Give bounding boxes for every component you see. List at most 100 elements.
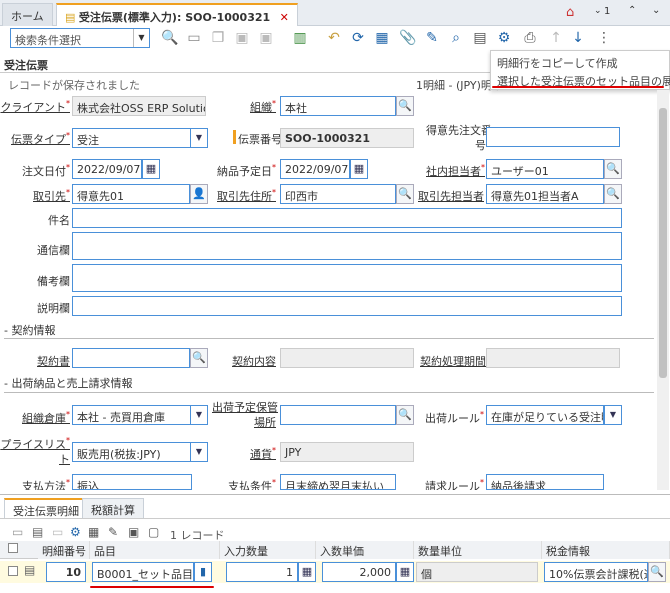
col-header-tax[interactable]: 税金情報 — [542, 541, 670, 559]
report-icon[interactable]: ▤ — [470, 28, 490, 48]
invrule-field[interactable]: 納品後請求 — [486, 474, 604, 490]
orderdate-field[interactable]: 2022/09/07 — [72, 159, 142, 179]
delete-icon[interactable]: ▭ — [52, 525, 63, 539]
close-icon[interactable]: ✕ — [280, 11, 289, 24]
subject-field[interactable] — [72, 208, 622, 228]
calculator-icon[interactable]: ▦ — [298, 562, 316, 582]
search-combo[interactable]: 検索条件選択 ▼ — [10, 28, 150, 48]
contract-content-label[interactable]: 契約内容 — [212, 353, 276, 369]
select-all-checkbox[interactable] — [8, 543, 18, 553]
new-record-icon[interactable]: ▭ — [184, 28, 204, 48]
org-field[interactable]: 本社 — [280, 96, 396, 116]
tab-home[interactable]: ホーム — [2, 3, 53, 26]
chevron-down-icon[interactable]: ▼ — [133, 29, 149, 47]
contract-field[interactable] — [72, 348, 190, 368]
custpo-field[interactable] — [486, 127, 620, 147]
arrow-up-icon[interactable]: ↑ — [546, 28, 566, 48]
grid-toggle-icon[interactable]: ▦ — [372, 28, 392, 48]
bp-label[interactable]: 取引先* — [0, 188, 70, 204]
desc-field[interactable] — [72, 296, 622, 316]
note-field[interactable] — [72, 264, 622, 292]
doctype-label[interactable]: 伝票タイプ* — [0, 131, 70, 147]
chevron-down-icon[interactable]: ⌄ — [652, 5, 660, 16]
user-icon[interactable]: 👤 — [190, 184, 208, 204]
refresh-icon[interactable]: ⟳ — [348, 28, 368, 48]
search-icon[interactable]: 🔍 — [396, 405, 414, 425]
currency-label[interactable]: 通貨* — [212, 446, 276, 462]
search-icon[interactable]: 🔍 — [160, 28, 180, 48]
edit-icon[interactable]: ▤ — [32, 525, 43, 539]
bpcontact-field[interactable]: 得意先01担当者A — [486, 184, 604, 204]
chevron-down-icon[interactable]: ⌄ — [594, 6, 602, 16]
grid-icon[interactable]: ▦ — [88, 525, 99, 539]
print-icon[interactable]: ⎙ — [520, 28, 540, 48]
bp-field[interactable]: 得意先01 — [72, 184, 190, 204]
shiploc-label[interactable]: 出荷予定保管 — [212, 399, 278, 415]
contract-label[interactable]: 契約書 — [0, 353, 70, 369]
bploc-label[interactable]: 取引先住所* — [212, 188, 276, 204]
chevron-up-icon[interactable]: ⌃ — [628, 5, 636, 16]
payterm-field[interactable]: 月末締め翌月末払い — [280, 474, 396, 490]
price-field[interactable]: 2,000 — [322, 562, 396, 582]
calendar-icon[interactable]: ▦ — [350, 159, 368, 179]
calculator-icon[interactable]: ▦ — [396, 562, 414, 582]
doctype-field[interactable]: 受注 — [72, 128, 192, 148]
save-new-icon[interactable]: ▣ — [256, 28, 276, 48]
form-icon[interactable]: ▣ — [128, 525, 139, 539]
product-lookup-icon[interactable]: ▮ — [194, 562, 212, 582]
contract-period-label[interactable]: 契約処理期間 — [420, 353, 486, 369]
comm-field[interactable] — [72, 232, 622, 260]
gear-icon[interactable]: ⚙ — [494, 28, 514, 48]
shiploc-label-2[interactable]: 場所 — [212, 414, 276, 430]
shiprule-field[interactable]: 在庫が足りている受注明 — [486, 405, 604, 425]
product-field[interactable]: B0001_セット品目000 — [92, 562, 194, 582]
search-icon[interactable]: 🔍 — [604, 159, 622, 179]
rep-field[interactable]: ユーザー01 — [486, 159, 604, 179]
chat-icon[interactable]: ✎ — [422, 28, 442, 48]
attachment-icon[interactable]: 📎 — [398, 28, 418, 48]
bploc-field[interactable]: 印西市 — [280, 184, 396, 204]
chevron-down-icon[interactable]: ▼ — [190, 405, 208, 425]
window-icon[interactable]: ▢ — [148, 525, 159, 539]
chevron-down-icon[interactable]: ▼ — [190, 128, 208, 148]
deliv-field[interactable]: 2022/09/07 — [280, 159, 350, 179]
section-contract[interactable]: - 契約情報 — [4, 322, 55, 338]
pencil-icon[interactable]: ✎ — [108, 525, 118, 539]
home-icon[interactable]: ⌂ — [566, 5, 574, 20]
chevron-down-icon[interactable]: ▼ — [604, 405, 622, 425]
wh-field[interactable]: 本社 - 売買用倉庫 — [72, 405, 192, 425]
search-icon[interactable]: 🔍 — [604, 184, 622, 204]
paymethod-field[interactable]: 振込 — [72, 474, 192, 490]
qty-field[interactable]: 1 — [226, 562, 298, 582]
row-checkbox[interactable] — [8, 566, 18, 576]
zoom-across-icon[interactable]: ⌕ — [446, 28, 466, 48]
pricelist-field[interactable]: 販売用(税抜:JPY) — [72, 442, 192, 462]
detail-icon[interactable]: ▥ — [290, 28, 310, 48]
search-icon[interactable]: 🔍 — [396, 184, 414, 204]
search-icon[interactable]: 🔍 — [648, 562, 666, 582]
search-icon[interactable]: 🔍 — [396, 96, 414, 116]
org-label[interactable]: 組織* — [220, 99, 276, 115]
tax-field[interactable]: 10%伝票会計課税(通常 — [544, 562, 648, 582]
line-no-field[interactable]: 10 — [46, 562, 86, 582]
col-header-qty[interactable]: 入力数量 — [220, 541, 316, 559]
edit-row-icon[interactable]: ▤ — [24, 563, 35, 577]
gear-icon[interactable]: ⚙ — [70, 525, 81, 539]
bpcontact-label[interactable]: 取引先担当者 — [418, 188, 484, 204]
save-icon[interactable]: ▣ — [232, 28, 252, 48]
rep-label[interactable]: 社内担当者* — [426, 163, 485, 179]
calendar-icon[interactable]: ▦ — [142, 159, 160, 179]
menu-item-copy-lines[interactable]: 明細行をコピーして作成 — [497, 55, 618, 71]
tab-sales-order[interactable]: ▤ 受注伝票(標準入力): SOO-1000321 ✕ — [56, 3, 298, 27]
more-vert-icon[interactable]: ⋮ — [594, 28, 614, 48]
section-shipping[interactable]: - 出荷納品と売上請求情報 — [4, 375, 132, 391]
wh-label[interactable]: 組織倉庫* — [0, 410, 70, 426]
col-header-product[interactable]: 品目 — [90, 541, 220, 559]
scrollbar-thumb[interactable] — [659, 108, 667, 378]
undo-icon[interactable]: ↶ — [324, 28, 344, 48]
col-header-line-no[interactable]: 明細番号 — [38, 541, 90, 559]
client-label[interactable]: クライアント* — [0, 99, 70, 115]
search-icon[interactable]: 🔍 — [190, 348, 208, 368]
arrow-down-icon[interactable]: ↓ — [568, 28, 588, 48]
pricelist-label[interactable]: プライスリス* — [0, 436, 70, 452]
